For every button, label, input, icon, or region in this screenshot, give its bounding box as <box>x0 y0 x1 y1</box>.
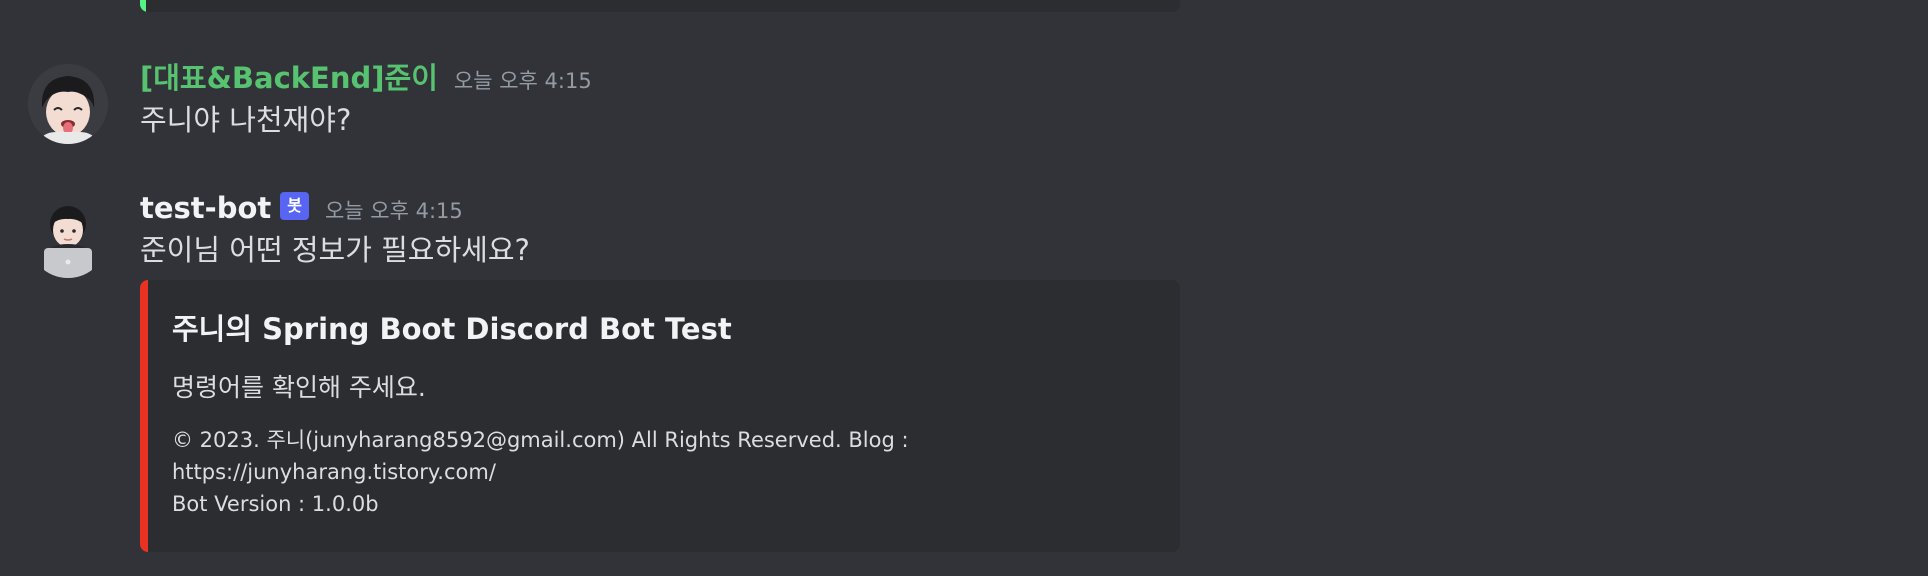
message-timestamp[interactable]: 오늘 오후 4:15 <box>325 189 463 233</box>
message-embed: 주니의 Spring Boot Discord Bot Test 명령어를 확인… <box>140 280 1180 552</box>
message-timestamp[interactable]: 오늘 오후 4:15 <box>454 59 592 103</box>
author-username[interactable]: [대표&BackEnd]준이 <box>140 56 438 100</box>
message-content: 주니야 나천재야? <box>140 103 352 137</box>
embed-title: 주니의 Spring Boot Discord Bot Test <box>172 312 732 346</box>
chat-area: [대표&BackEnd]준이 오늘 오후 4:15 주니야 나천재야? test… <box>0 0 1928 576</box>
embed-accent-bar <box>140 280 148 552</box>
message-header: [대표&BackEnd]준이 오늘 오후 4:15 <box>140 56 592 100</box>
memoji-laptop-avatar-icon[interactable] <box>28 198 108 278</box>
bot-tag-badge: 봇 <box>280 192 309 220</box>
message-content: 준이님 어떤 정보가 필요하세요? <box>140 233 530 267</box>
previous-embed <box>140 0 1180 12</box>
memoji-avatar-icon[interactable] <box>28 64 108 144</box>
previous-embed-accent-bar <box>140 0 146 12</box>
embed-footer-text: © 2023. 주니(junyharang8592@gmail.com) All… <box>172 428 909 516</box>
embed-description: 명령어를 확인해 주세요. <box>172 373 426 402</box>
message-header: test-bot 봇 오늘 오후 4:15 <box>140 186 463 230</box>
author-username[interactable]: test-bot <box>140 186 271 230</box>
